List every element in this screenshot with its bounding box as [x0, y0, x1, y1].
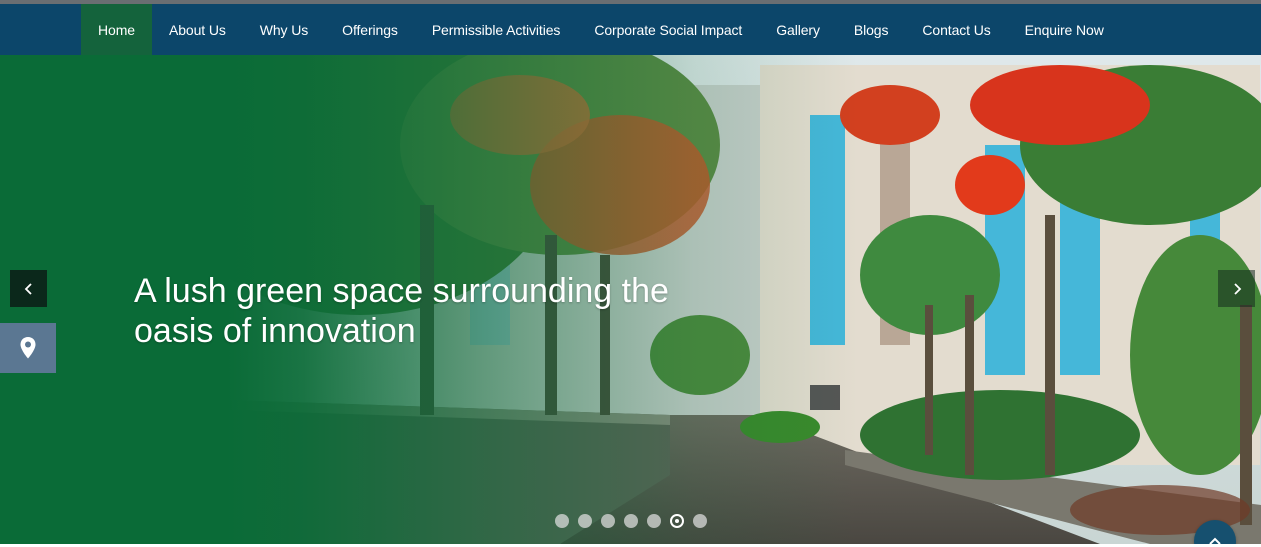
nav-item-enquire-now[interactable]: Enquire Now	[1008, 4, 1121, 55]
hero-headline: A lush green space surrounding the oasis…	[134, 271, 774, 351]
nav-item-permissible-activities[interactable]: Permissible Activities	[415, 4, 578, 55]
nav-item-label: Offerings	[342, 21, 398, 38]
nav-menu: Home About Us Why Us Offerings Permissib…	[81, 4, 1121, 55]
nav-item-label: Why Us	[259, 21, 309, 38]
carousel-dot-5[interactable]	[647, 514, 661, 528]
chevron-up-icon	[1209, 537, 1221, 544]
nav-item-offerings[interactable]: Offerings	[325, 4, 415, 55]
nav-item-why-us[interactable]: Why Us	[243, 4, 325, 55]
carousel-dot-2[interactable]	[578, 514, 592, 528]
location-button[interactable]	[0, 323, 56, 373]
carousel-dot-6-active[interactable]	[670, 514, 684, 528]
hero-headline-line2: oasis of innovation	[134, 312, 416, 350]
map-pin-icon	[20, 337, 36, 359]
carousel-prev-button[interactable]	[10, 270, 47, 307]
carousel-dot-4[interactable]	[624, 514, 638, 528]
nav-item-label: About Us	[168, 21, 226, 38]
carousel-dot-7[interactable]	[693, 514, 707, 528]
carousel-dot-1[interactable]	[555, 514, 569, 528]
nav-item-about-us[interactable]: About Us	[152, 4, 243, 55]
nav-item-label: Contact Us	[922, 21, 991, 38]
carousel-dot-3[interactable]	[601, 514, 615, 528]
nav-item-label: Blogs	[853, 21, 889, 38]
carousel-next-button[interactable]	[1218, 270, 1255, 307]
nav-item-label: Gallery	[776, 21, 820, 38]
nav-item-label: Corporate Social Impact	[594, 21, 743, 38]
nav-item-home[interactable]: Home	[81, 4, 152, 55]
hero-carousel: A lush green space surrounding the oasis…	[0, 55, 1261, 544]
nav-item-gallery[interactable]: Gallery	[759, 4, 837, 55]
chevron-left-icon	[24, 282, 32, 295]
chevron-right-icon	[1233, 282, 1241, 295]
nav-item-contact-us[interactable]: Contact Us	[905, 4, 1007, 55]
nav-item-label: Permissible Activities	[431, 21, 561, 38]
hero-headline-line1: A lush green space surrounding the	[134, 272, 669, 310]
nav-item-corporate-social-impact[interactable]: Corporate Social Impact	[577, 4, 759, 55]
nav-item-label: Home	[98, 21, 135, 38]
top-navigation: Home About Us Why Us Offerings Permissib…	[0, 0, 1261, 55]
nav-item-label: Enquire Now	[1024, 21, 1104, 38]
nav-item-blogs[interactable]: Blogs	[837, 4, 906, 55]
carousel-indicators	[555, 514, 707, 528]
